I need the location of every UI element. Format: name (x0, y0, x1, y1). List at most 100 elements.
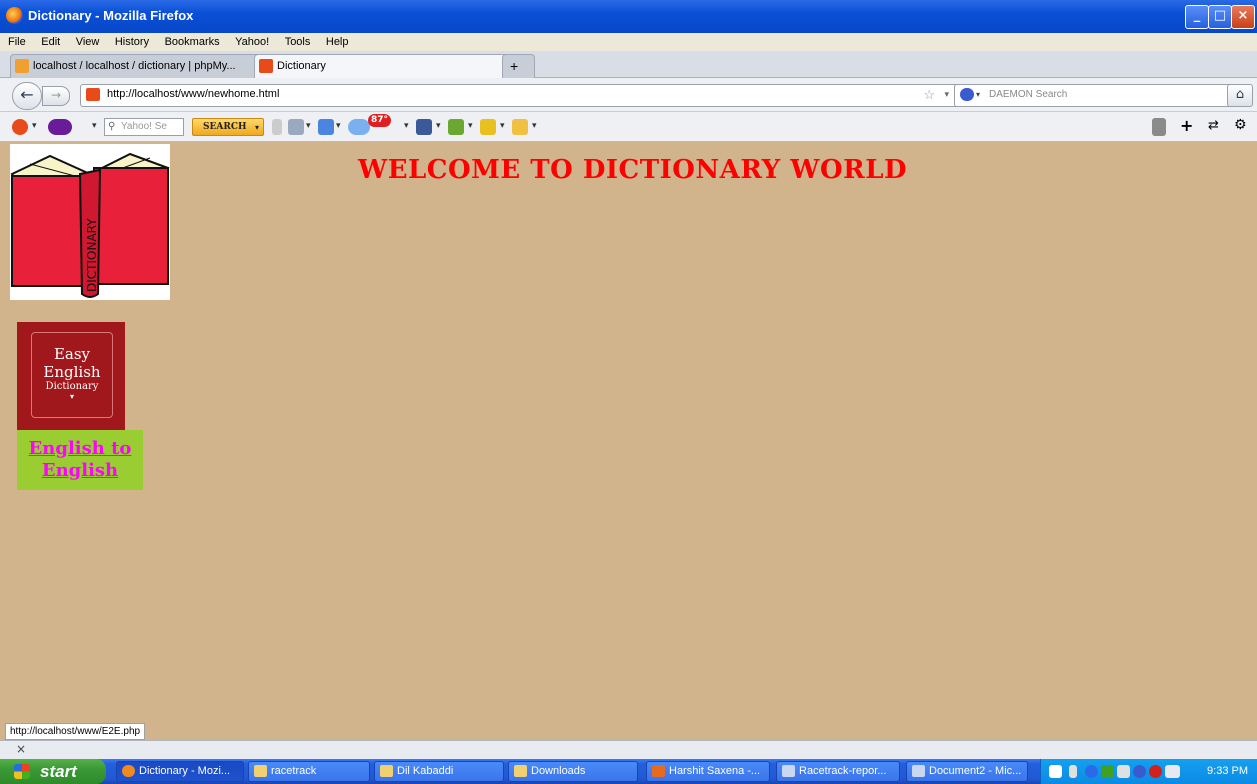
bookmark-star-icon[interactable]: ☆ (923, 85, 935, 104)
search-engine-box[interactable]: ▾ DAEMON Search ⚲ (954, 84, 1242, 107)
firefox-icon (6, 7, 23, 24)
games-icon[interactable] (448, 119, 464, 135)
task-racetrack-report[interactable]: Racetrack-repor... (776, 761, 900, 782)
daemon-tray-icon[interactable] (1133, 765, 1146, 778)
window-title-bar[interactable]: Dictionary - Mozilla Firefox _ □ × (0, 0, 1257, 33)
english-to-english-link[interactable]: English to English (17, 438, 143, 482)
task-label: Dil Kabaddi (397, 765, 454, 777)
widget-icon[interactable] (512, 119, 528, 135)
yahoo-toolbar: ▾ ▾ ⚲ Yahoo! Se SEARCH ▾ ▾ ▾ 87° ▾ ▾ ▾ ▾… (0, 112, 1257, 142)
addon-bar-close-icon[interactable]: × (16, 742, 26, 756)
folder-icon (514, 765, 527, 777)
home-button[interactable]: ⌂ (1227, 84, 1253, 107)
task-firefox[interactable]: Dictionary - Mozi... (116, 761, 244, 782)
cover-line-easy: Easy (53, 345, 91, 363)
system-tray: 9:33 PM (1040, 759, 1257, 784)
weather-dropdown-icon[interactable]: ▾ (404, 121, 409, 131)
site-identity-icon[interactable] (86, 88, 100, 101)
back-arrow-icon: ← (20, 85, 34, 104)
ebay-dropdown-icon[interactable]: ▾ (500, 121, 505, 131)
back-icon[interactable] (1085, 765, 1098, 778)
status-link-preview: http://localhost/www/E2E.php (5, 723, 146, 740)
dictionary-favicon (259, 59, 273, 73)
folder-icon (254, 765, 267, 777)
url-bar[interactable]: http://localhost/www/newhome.html ☆ ▾ C (80, 84, 976, 107)
network-icon[interactable] (1101, 765, 1114, 778)
menu-file[interactable]: File (8, 36, 26, 48)
toolbar-dropdown-icon[interactable]: ▾ (32, 121, 37, 131)
monitor-icon[interactable] (1165, 765, 1180, 778)
menu-help[interactable]: Help (326, 36, 349, 48)
task-harshit-saxena[interactable]: Harshit Saxena -... (646, 761, 770, 782)
chat-icon (652, 765, 665, 777)
task-dil-kabaddi-folder[interactable]: Dil Kabaddi (374, 761, 504, 782)
easy-english-dictionary-image: Easy English Dictionary ▾ (17, 322, 125, 430)
url-dropdown-icon[interactable]: ▾ (944, 85, 949, 104)
search-engine-dropdown-icon[interactable]: ▾ (976, 85, 980, 104)
facebook-dropdown-icon[interactable]: ▾ (436, 121, 441, 131)
task-label: Downloads (531, 765, 586, 777)
task-downloads-folder[interactable]: Downloads (508, 761, 638, 782)
menu-yahoo[interactable]: Yahoo! (235, 36, 269, 48)
clock[interactable]: 9:33 PM (1207, 759, 1248, 784)
forward-button[interactable]: → (42, 86, 70, 106)
dictionary-book-image: DICTIONARY (10, 144, 170, 300)
add-icon[interactable]: + (1180, 116, 1193, 135)
toolbar-logo-icon[interactable] (12, 119, 28, 135)
toolbar-settings-icon[interactable] (1152, 118, 1166, 136)
volume-icon[interactable] (1117, 765, 1130, 778)
back-button[interactable]: ← (12, 82, 42, 110)
menu-edit[interactable]: Edit (41, 36, 60, 48)
home-icon: ⌂ (1235, 87, 1245, 102)
tab-label: Dictionary (277, 60, 326, 72)
cover-line-english: English (43, 363, 101, 381)
menu-bookmarks[interactable]: Bookmarks (165, 36, 220, 48)
tab-dictionary[interactable]: Dictionary × (254, 54, 522, 79)
search-button-dropdown-icon: ▾ (254, 122, 259, 132)
forward-arrow-icon: → (50, 88, 62, 102)
daemon-search-icon[interactable] (960, 88, 974, 101)
firefox-task-icon (122, 765, 135, 777)
cover-line-dictionary: Dictionary (45, 381, 99, 392)
tray-icon[interactable] (1069, 765, 1077, 778)
antivirus-icon[interactable] (1149, 765, 1162, 778)
task-label: Racetrack-repor... (799, 765, 887, 777)
separator-icon (272, 119, 282, 135)
task-label: Dictionary - Mozi... (139, 765, 231, 777)
widget-dropdown-icon[interactable]: ▾ (532, 121, 537, 131)
mail-dropdown-icon[interactable]: ▾ (336, 121, 341, 131)
yahoo-icon[interactable] (48, 119, 72, 135)
gear-icon[interactable]: ⚙ (1234, 117, 1247, 133)
task-document2[interactable]: Document2 - Mic... (906, 761, 1028, 782)
facebook-icon[interactable] (416, 119, 432, 135)
yahoo-search-magnifier-icon: ⚲ (108, 121, 116, 132)
help-icon[interactable] (1049, 765, 1062, 778)
new-tab-button[interactable]: + (502, 54, 535, 79)
task-racetrack-folder[interactable]: racetrack (248, 761, 370, 782)
tab-bar: localhost / localhost / dictionary | php… (0, 51, 1257, 79)
weather-badge: 87° (368, 114, 392, 127)
minimize-button[interactable]: _ (1185, 5, 1209, 29)
maximize-button[interactable]: □ (1208, 5, 1232, 29)
weather-icon[interactable] (348, 119, 370, 135)
page-content: WELCOME TO DICTIONARY WORLD DICTIONARY E… (0, 142, 1257, 727)
task-label: Harshit Saxena -... (669, 765, 761, 777)
menu-view[interactable]: View (76, 36, 100, 48)
folder-icon (380, 765, 393, 777)
yahoo-search-button[interactable]: SEARCH ▾ (192, 118, 264, 136)
close-window-button[interactable]: × (1231, 5, 1255, 29)
pages-icon[interactable] (288, 119, 304, 135)
yahoo-search-input[interactable]: ⚲ Yahoo! Se (104, 118, 184, 136)
pages-dropdown-icon[interactable]: ▾ (306, 121, 311, 131)
windows-taskbar: start Dictionary - Mozi... racetrack Dil… (0, 759, 1257, 784)
menu-tools[interactable]: Tools (285, 36, 311, 48)
games-dropdown-icon[interactable]: ▾ (468, 121, 473, 131)
menu-history[interactable]: History (115, 36, 149, 48)
swap-icon[interactable]: ⇄ (1208, 118, 1219, 133)
yahoo-dropdown-icon[interactable]: ▾ (92, 121, 97, 131)
start-button[interactable]: start (0, 759, 106, 784)
ebay-icon[interactable] (480, 119, 496, 135)
task-label: racetrack (271, 765, 317, 777)
mail-icon[interactable] (318, 119, 334, 135)
tab-phpmyadmin[interactable]: localhost / localhost / dictionary | php… (10, 54, 274, 79)
